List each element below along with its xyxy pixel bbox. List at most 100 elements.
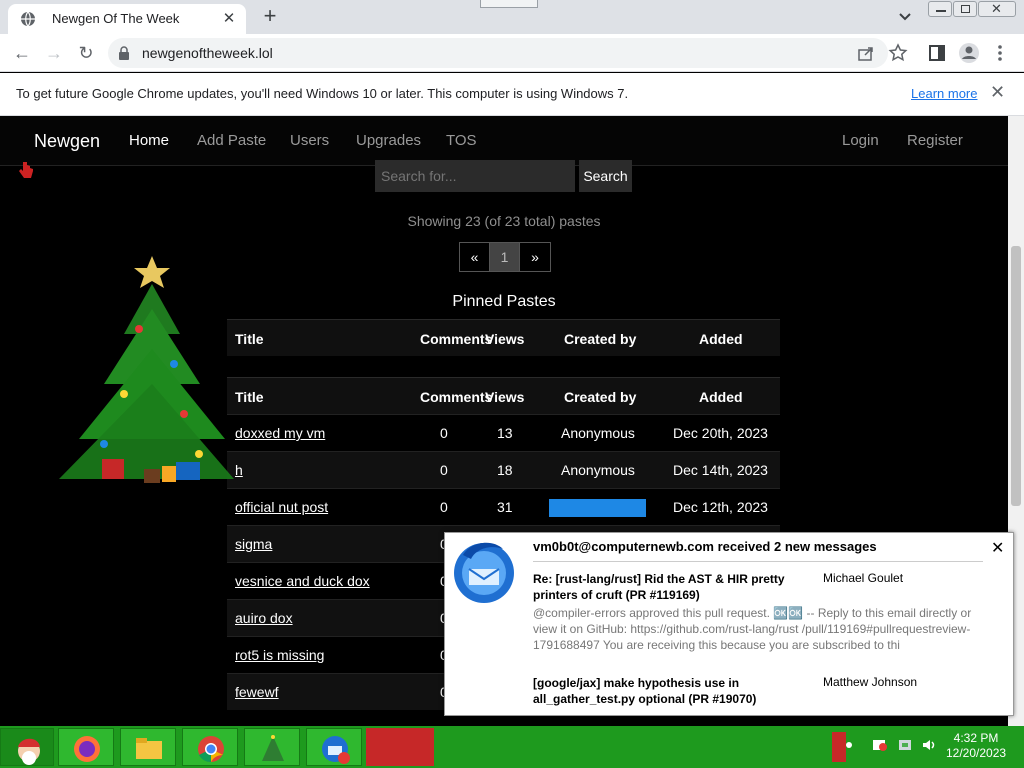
message-subject[interactable]: [google/jax] make hypothesis use in all_… (533, 675, 803, 707)
paste-views: 18 (497, 462, 513, 478)
christmas-tree-icon (262, 735, 284, 761)
cursor-hand-icon (19, 162, 33, 178)
search-input[interactable] (375, 160, 575, 192)
col-added: Added (699, 331, 743, 347)
network-warning-icon[interactable] (872, 736, 888, 752)
col-title: Title (235, 389, 264, 405)
notification-close-icon[interactable]: ✕ (991, 538, 1004, 558)
nav-add-paste[interactable]: Add Paste (197, 132, 266, 149)
search-button[interactable]: Search (579, 160, 632, 192)
site-brand[interactable]: Newgen (34, 131, 100, 152)
system-clock[interactable]: 4:32 PM 12/20/2023 (946, 731, 1006, 761)
paste-date: Dec 12th, 2023 (673, 499, 768, 515)
notification-header: vm0b0t@computernewb.com received 2 new m… (533, 539, 877, 554)
paste-count: Showing 23 (of 23 total) pastes (407, 213, 601, 229)
col-views: Views (485, 389, 525, 405)
side-panel-icon[interactable] (926, 42, 948, 64)
window-drag-handle[interactable] (480, 0, 538, 8)
nav-home[interactable]: Home (129, 132, 169, 149)
new-tab-button[interactable]: + (258, 5, 282, 29)
volume-icon[interactable] (920, 736, 938, 754)
learn-more-link[interactable]: Learn more (911, 86, 977, 101)
close-window-button[interactable]: ✕ (978, 1, 1016, 17)
share-icon[interactable] (855, 42, 877, 64)
pager-prev[interactable]: « (460, 243, 490, 271)
url-text: newgenoftheweek.lol (142, 45, 273, 61)
christmas-tree-image (59, 256, 234, 483)
email-notification[interactable]: vm0b0t@computernewb.com received 2 new m… (444, 532, 1014, 716)
message-preview: @compiler-errors approved this pull requ… (533, 606, 972, 652)
col-created-by: Created by (564, 389, 637, 405)
paste-title-link[interactable]: rot5 is missing (235, 647, 324, 663)
paste-views: 31 (497, 499, 513, 515)
thunderbird-icon (322, 736, 350, 764)
paste-author: Anonymous (561, 425, 635, 441)
col-comments: Comments (420, 331, 493, 347)
taskbar-explorer[interactable] (120, 728, 176, 766)
pager-next[interactable]: » (520, 243, 550, 271)
browser-tab[interactable]: Newgen Of The Week ✕ (8, 4, 246, 34)
paste-comments: 0 (440, 425, 448, 441)
pager-page[interactable]: 1 (490, 243, 520, 271)
address-bar[interactable]: newgenoftheweek.lol (108, 38, 888, 68)
paste-author: Anonymous (561, 462, 635, 478)
minimize-button[interactable] (928, 1, 952, 17)
pastes-table-header: Title Comments Views Created by Added (227, 377, 780, 414)
paste-date: Dec 20th, 2023 (673, 425, 768, 441)
start-button[interactable] (0, 728, 54, 766)
folder-icon (136, 738, 162, 759)
message-sender: Michael Goulet (823, 571, 904, 585)
table-row: official nut post 0 31 Dec 12th, 2023 (227, 488, 780, 525)
taskbar-task-red[interactable] (366, 728, 434, 766)
reload-icon[interactable]: ↻ (74, 41, 98, 65)
taskbar: 4:32 PM 12/20/2023 (0, 726, 1024, 768)
taskbar-christmas-app[interactable] (244, 728, 300, 766)
menu-kebab-icon[interactable] (992, 42, 1008, 64)
paste-title-link[interactable]: h (235, 462, 243, 478)
message-sender: Matthew Johnson (823, 675, 918, 689)
paste-title-link[interactable]: sigma (235, 536, 272, 552)
chrome-icon (198, 736, 224, 763)
back-arrow-icon[interactable]: ← (10, 41, 34, 65)
message-subject[interactable]: Re: [rust-lang/rust] Rid the AST & HIR p… (533, 571, 803, 603)
santa-start-icon (18, 738, 40, 765)
paste-comments: 0 (440, 462, 448, 478)
paste-views: 13 (497, 425, 513, 441)
nav-register[interactable]: Register (907, 132, 963, 149)
divider (533, 561, 983, 562)
paste-title-link[interactable]: auiro dox (235, 610, 293, 626)
nav-tos[interactable]: TOS (446, 132, 477, 149)
col-title: Title (235, 331, 264, 347)
paste-title-link[interactable]: doxxed my vm (235, 425, 325, 441)
pinned-table-header: Title Comments Views Created by Added (227, 319, 780, 356)
taskbar-firefox[interactable] (58, 728, 114, 766)
author-badge-image (549, 499, 646, 517)
infobar-close-icon[interactable]: ✕ (990, 82, 1005, 103)
table-row: h 0 18 Anonymous Dec 14th, 2023 (227, 451, 780, 488)
clock-date: 12/20/2023 (946, 746, 1007, 760)
power-icon[interactable] (896, 736, 914, 754)
restore-button[interactable] (953, 1, 977, 17)
nav-login[interactable]: Login (842, 132, 879, 149)
tab-close-icon[interactable]: ✕ (220, 10, 238, 28)
tab-search-chevron-icon[interactable] (895, 8, 915, 26)
tab-strip: Newgen Of The Week ✕ + ✕ (0, 0, 1024, 34)
browser-toolbar: ← → ↻ newgenoftheweek.lol (0, 34, 1024, 72)
paste-title-link[interactable]: official nut post (235, 499, 328, 515)
profile-avatar-icon[interactable] (958, 42, 980, 64)
clock-time: 4:32 PM (953, 731, 999, 745)
forward-arrow-icon[interactable]: → (42, 41, 66, 65)
paste-title-link[interactable]: vesnice and duck dox (235, 573, 370, 589)
paste-comments: 0 (440, 499, 448, 515)
paste-title-link[interactable]: fewewf (235, 684, 279, 700)
scrollbar-thumb[interactable] (1011, 246, 1021, 506)
infobar-message: To get future Google Chrome updates, you… (16, 86, 629, 101)
nav-upgrades[interactable]: Upgrades (356, 132, 421, 149)
bookmark-star-icon[interactable] (887, 42, 909, 64)
table-row: doxxed my vm 0 13 Anonymous Dec 20th, 20… (227, 414, 780, 451)
site-navbar: Newgen Home Add Paste Users Upgrades TOS… (0, 116, 1008, 166)
nav-users[interactable]: Users (290, 132, 329, 149)
tray-indicator-red[interactable] (832, 732, 846, 762)
taskbar-thunderbird[interactable] (306, 728, 362, 766)
taskbar-chrome[interactable] (182, 728, 238, 766)
